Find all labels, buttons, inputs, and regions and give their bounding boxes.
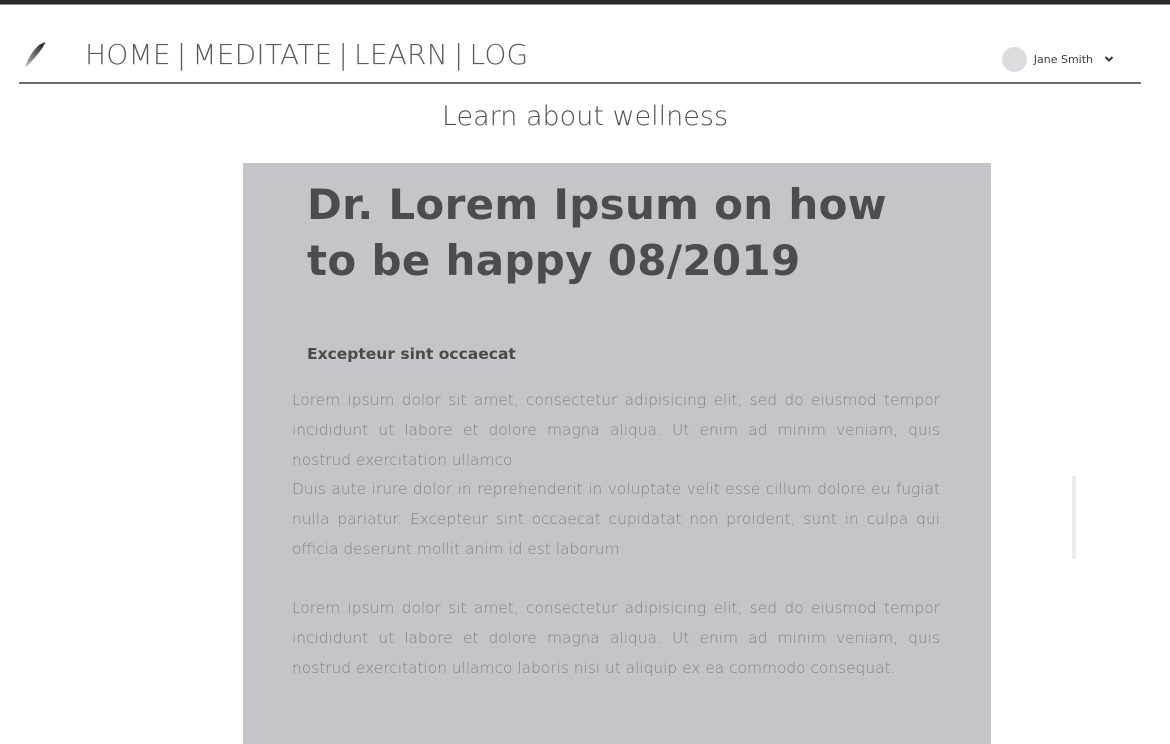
nav-learn[interactable]: LEARN [354, 38, 448, 71]
user-menu[interactable]: Jane Smith [1001, 46, 1114, 72]
scrollbar-thumb[interactable] [1072, 476, 1076, 559]
chevron-down-icon[interactable] [1104, 55, 1114, 63]
article-title: Dr. Lorem Ipsum on how to be happy 08/20… [307, 180, 887, 285]
nav-separator: | [453, 38, 464, 71]
article-paragraph: Lorem ipsum dolor sit amet, consectetur … [292, 599, 940, 677]
feather-logo-icon[interactable] [23, 41, 49, 69]
article-card: Dr. Lorem Ipsum on how to be happy 08/20… [243, 163, 991, 744]
user-name[interactable]: Jane Smith [1034, 53, 1093, 66]
nav-separator: | [176, 38, 187, 71]
nav-home[interactable]: HOME [85, 38, 171, 71]
nav-meditate[interactable]: MEDITATE [192, 38, 332, 71]
article-subheading: Excepteur sint occaecat [307, 345, 516, 363]
article-paragraph: Lorem ipsum dolor sit amet, consectetur … [292, 391, 940, 469]
nav-log[interactable]: LOG [470, 38, 529, 71]
avatar[interactable] [1001, 46, 1027, 72]
window-top-border [0, 0, 1170, 5]
nav-separator: | [338, 38, 349, 71]
page-title: Learn about wellness [441, 101, 729, 132]
main-nav: HOME | MEDITATE | LEARN | LOG [85, 38, 528, 71]
article-paragraph: Duis aute irure dolor in reprehenderit i… [292, 480, 940, 558]
site-header: HOME | MEDITATE | LEARN | LOG Jane Smith [19, 30, 1141, 84]
